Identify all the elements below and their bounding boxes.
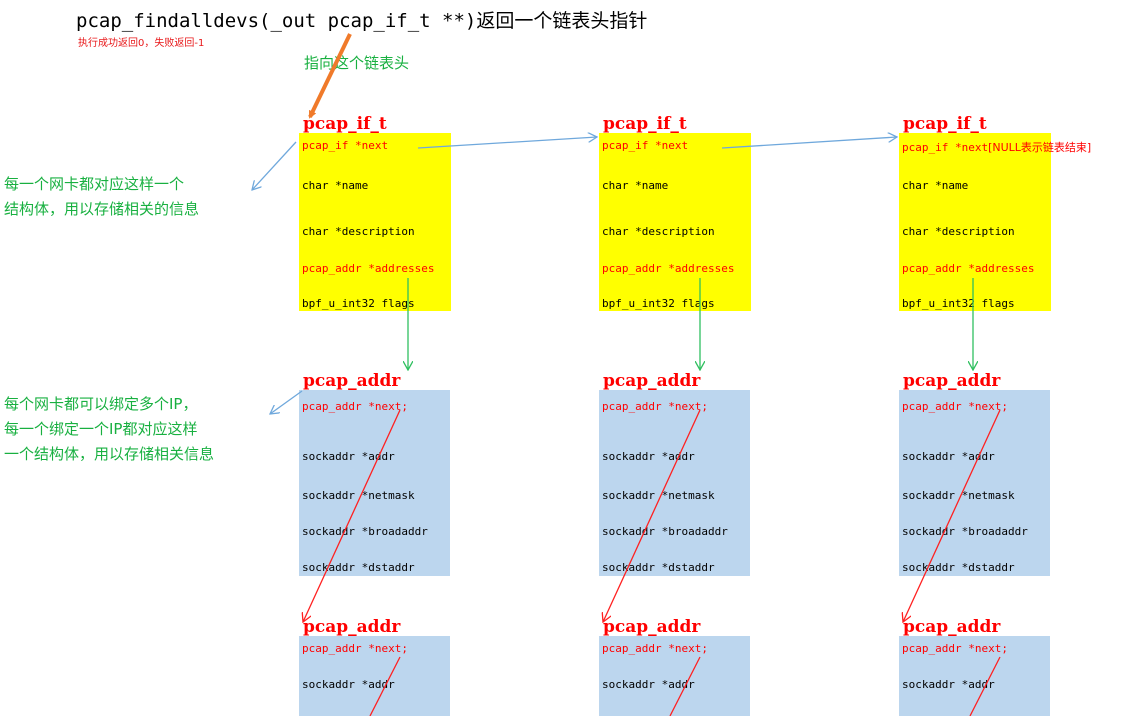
addr-next-continue-line — [369, 656, 401, 716]
addr-next-continue-line — [969, 656, 1001, 716]
addr-next-link-arrow — [303, 409, 401, 622]
if-note-arrow — [252, 141, 297, 190]
addr-note-arrow — [270, 390, 303, 414]
addr-next-link-arrow — [903, 409, 1001, 622]
head-pointer-arrow — [308, 33, 352, 119]
if-next-link-arrow — [417, 137, 597, 149]
addr-next-continue-line — [669, 656, 701, 716]
diagram-canvas: pcap_findalldevs(_out pcap_if_t **)返回一个链… — [0, 0, 1144, 716]
addr-next-link-arrow — [603, 409, 701, 622]
arrow-layer — [0, 33, 1001, 716]
if-next-link-arrow — [721, 137, 897, 149]
